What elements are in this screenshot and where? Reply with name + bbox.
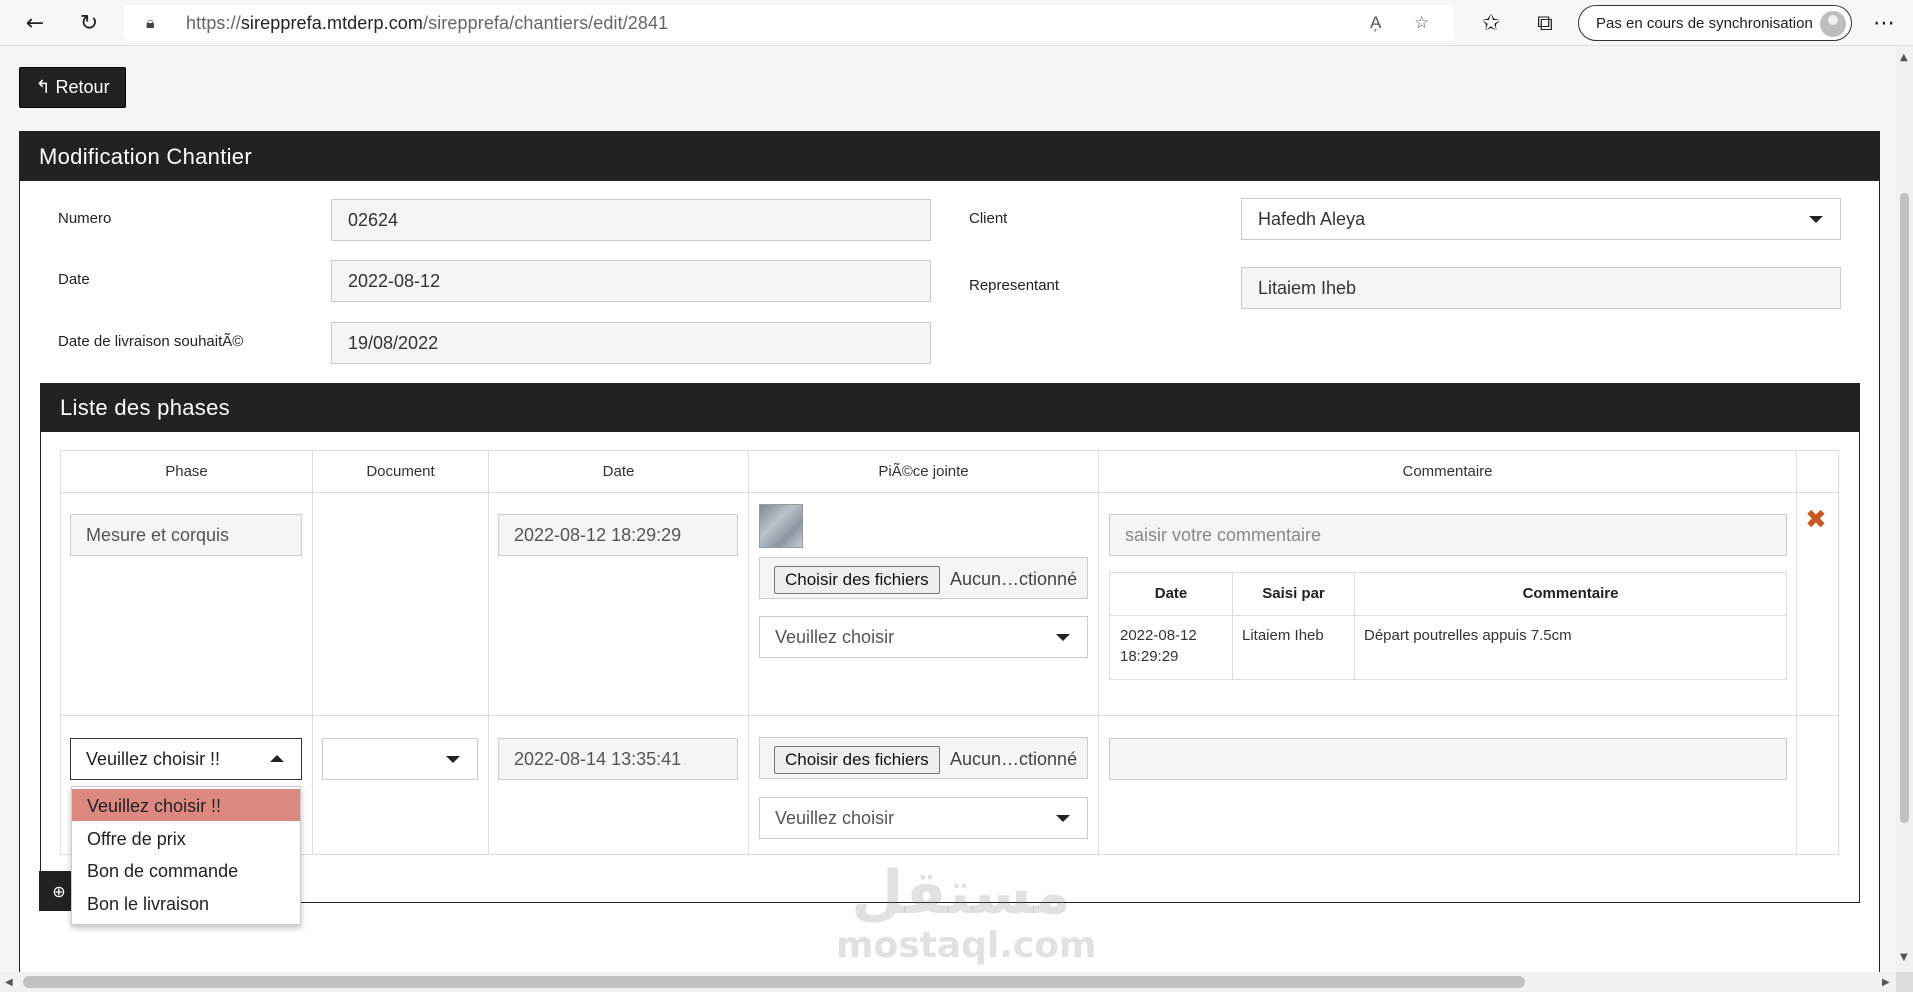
chevron-down-icon [1809, 216, 1823, 223]
livraison-date-input[interactable]: 19/08/2022 [331, 322, 931, 364]
representant-input[interactable]: Litaiem Iheb [1241, 267, 1841, 309]
date-input[interactable]: 2022-08-12 [331, 260, 931, 302]
representant-label: Representant [969, 277, 1060, 294]
date-label: Date [58, 271, 90, 288]
file-status-text: Aucun…ctionné [950, 569, 1078, 589]
table-col-divider [1796, 450, 1797, 855]
sync-profile-button[interactable]: Pas en cours de synchronisation [1578, 5, 1852, 41]
attachment-select-value: Veuillez choisir [775, 808, 895, 828]
comment-text: Départ poutrelles appuis 7.5cm [1364, 627, 1572, 644]
back-button[interactable]: ↰ Retour [19, 67, 126, 108]
scroll-left-icon[interactable]: ◀ [5, 977, 13, 988]
browser-toolbar: ← ↻ 🔒︎ https://sirepprefa.mtderp.com/sir… [0, 0, 1913, 46]
choose-files-button[interactable]: Choisir des fichiers [774, 566, 940, 594]
column-header-attachment: PiÃ©ce jointe [878, 463, 969, 480]
address-bar[interactable]: 🔒︎ https://sirepprefa.mtderp.com/sireppr… [124, 5, 1454, 41]
numero-label: Numero [58, 210, 112, 227]
document-select[interactable] [322, 738, 478, 780]
scrollbar-corner [1896, 972, 1913, 992]
favorites-icon[interactable]: ✩ [1477, 9, 1505, 37]
table-col-divider [1098, 450, 1099, 855]
numero-input[interactable]: 02624 [331, 199, 931, 241]
client-select[interactable]: Hafedh Aleya [1241, 198, 1841, 240]
scroll-right-icon[interactable]: ▶ [1882, 977, 1890, 988]
collections-icon[interactable]: ⧉ [1531, 9, 1559, 37]
phases-title: Liste des phases [41, 384, 1859, 432]
chevron-down-icon [446, 756, 460, 763]
phase-select-value: Veuillez choisir !! [86, 749, 221, 769]
url-text[interactable]: https://sirepprefa.mtderp.com/sirepprefa… [186, 13, 668, 34]
vertical-scrollbar[interactable]: ▲ ▼ [1896, 46, 1913, 992]
horizontal-scroll-thumb[interactable] [23, 976, 1525, 988]
dropdown-option[interactable]: Offre de prix [72, 822, 300, 854]
livraison-label: Date de livraison souhaitÃ© [58, 333, 244, 350]
comment-input[interactable] [1109, 738, 1787, 780]
attachment-type-select[interactable]: Veuillez choisir [759, 616, 1088, 658]
reply-icon: ↰ [35, 77, 51, 98]
table-header-divider [60, 492, 1839, 493]
choose-files-button[interactable]: Choisir des fichiers [774, 746, 940, 774]
table-border-bottom [60, 854, 1839, 855]
chevron-down-icon [1056, 815, 1070, 822]
scroll-up-icon[interactable]: ▲ [1900, 52, 1908, 63]
reload-icon[interactable]: ↻ [75, 9, 103, 37]
file-upload-field[interactable]: Choisir des fichiers Aucun…ctionné [759, 557, 1088, 599]
comment-date-line1: 2022-08-12 [1120, 627, 1197, 644]
back-button-label: Retour [55, 77, 110, 97]
phase-input[interactable]: Mesure et corquis [70, 514, 302, 556]
delete-row-icon[interactable]: ✖ [1805, 505, 1827, 535]
attachment-thumbnail[interactable] [759, 504, 803, 548]
column-header-document: Document [366, 463, 435, 480]
file-status-text: Aucun…ctionné [950, 749, 1078, 769]
page-title: Modification Chantier [20, 132, 1879, 181]
vertical-scroll-thumb[interactable] [1900, 193, 1909, 823]
table-col-divider [312, 450, 313, 855]
watermark-latin: mostaql.com [836, 925, 1097, 966]
table-col-divider [488, 450, 489, 855]
comment-history-table: Date Saisi par Commentaire 2022-08-12 18… [1109, 572, 1787, 680]
plus-circle-icon: ⊕ [52, 881, 66, 901]
phase-select[interactable]: Veuillez choisir !! [70, 738, 302, 780]
comment-table-header-date: Date [1154, 585, 1188, 602]
phases-panel: Liste des phases Phase Document Date PiÃ… [40, 383, 1860, 903]
watermark-arabic: مستقل [851, 858, 1071, 928]
client-select-value: Hafedh Aleya [1258, 209, 1366, 229]
avatar [1820, 11, 1846, 37]
file-upload-field[interactable]: Choisir des fichiers Aucun…ctionné [759, 737, 1088, 779]
comment-author: Litaiem Iheb [1242, 627, 1324, 644]
sync-label: Pas en cours de synchronisation [1596, 15, 1813, 32]
add-favorite-icon[interactable]: ☆ [1414, 13, 1429, 33]
client-label: Client [969, 210, 1008, 227]
dropdown-option[interactable]: Bon de commande [72, 854, 300, 886]
column-header-date: Date [602, 463, 635, 480]
comment-table-header-by: Saisi par [1262, 585, 1325, 602]
scroll-down-icon[interactable]: ▼ [1900, 952, 1908, 963]
chevron-up-icon [270, 755, 284, 762]
chevron-down-icon [1056, 634, 1070, 641]
dropdown-option[interactable]: Bon le livraison [72, 887, 300, 919]
column-header-comment: Commentaire [1402, 463, 1493, 480]
lock-icon: 🔒︎ [146, 13, 155, 32]
comment-table-header-text: Commentaire [1522, 585, 1619, 602]
comment-date-line2: 18:29:29 [1120, 648, 1179, 665]
phase-date-input[interactable]: 2022-08-14 13:35:41 [498, 738, 738, 780]
table-col-divider [748, 450, 749, 855]
inner-table-divider [1110, 615, 1786, 616]
table-col-divider [1838, 450, 1839, 855]
dropdown-option[interactable]: Veuillez choisir !! [72, 789, 300, 821]
column-header-phase: Phase [165, 463, 208, 480]
table-col-divider [60, 450, 61, 855]
back-arrow-icon[interactable]: ← [21, 9, 49, 37]
horizontal-scrollbar[interactable]: ◀ ▶ [0, 972, 1896, 992]
table-row-divider [60, 715, 1839, 716]
table-border-top [60, 450, 1839, 451]
watermark: مستقل mostaql.com [836, 858, 1097, 966]
attachment-select-value: Veuillez choisir [775, 627, 895, 647]
attachment-type-select[interactable]: Veuillez choisir [759, 797, 1088, 839]
phase-date-input[interactable]: 2022-08-12 18:29:29 [498, 514, 738, 556]
read-aloud-icon[interactable]: A᷊ [1370, 13, 1381, 33]
more-menu-icon[interactable]: ⋯ [1870, 9, 1898, 37]
comment-input[interactable]: saisir votre commentaire [1109, 514, 1787, 556]
phase-dropdown-list: Veuillez choisir !! Offre de prix Bon de… [71, 786, 301, 925]
